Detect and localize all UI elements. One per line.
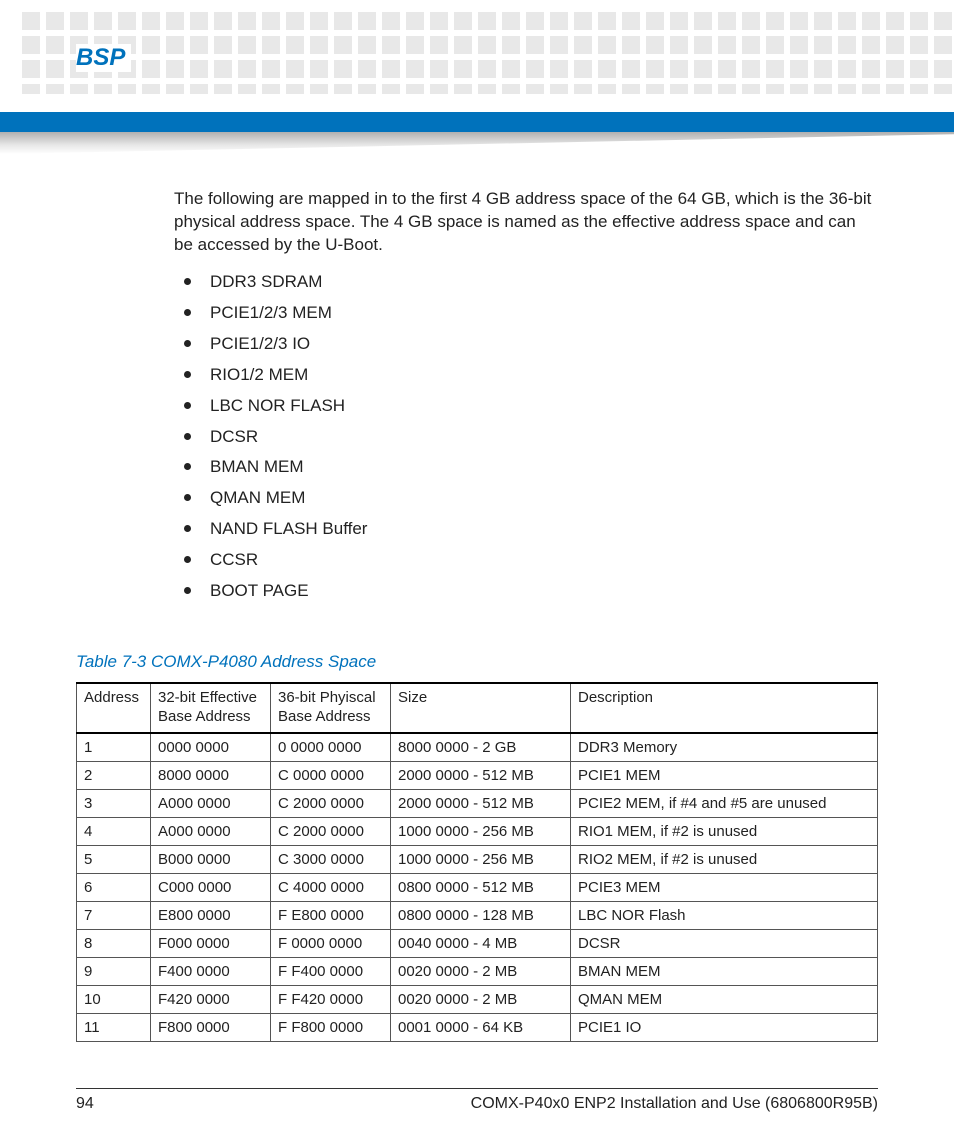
table-cell: 0040 0000 - 4 MB [391,929,571,957]
list-item: PCIE1/2/3 MEM [174,302,874,325]
list-item: RIO1/2 MEM [174,364,874,387]
list-item: DCSR [174,426,874,449]
table-cell: 9 [77,957,151,985]
table-cell: DCSR [571,929,878,957]
table-cell: PCIE1 MEM [571,761,878,789]
table-cell: A000 0000 [151,789,271,817]
table-cell: 0020 0000 - 2 MB [391,985,571,1013]
table-cell: PCIE1 IO [571,1013,878,1041]
list-item: CCSR [174,549,874,572]
table-cell: 3 [77,789,151,817]
table-cell: 7 [77,901,151,929]
table-cell: 4 [77,817,151,845]
th-address: Address [77,683,151,733]
table-cell: F400 0000 [151,957,271,985]
table-cell: 0800 0000 - 512 MB [391,873,571,901]
table-cell: 2000 0000 - 512 MB [391,761,571,789]
table-cell: PCIE2 MEM, if #4 and #5 are unused [571,789,878,817]
table-cell: 0800 0000 - 128 MB [391,901,571,929]
table-cell: C 0000 0000 [271,761,391,789]
table-cell: 1000 0000 - 256 MB [391,817,571,845]
table-cell: 0 0000 0000 [271,733,391,762]
intro-paragraph: The following are mapped in to the first… [174,188,874,257]
table-cell: 6 [77,873,151,901]
table-cell: DDR3 Memory [571,733,878,762]
list-item: QMAN MEM [174,487,874,510]
table-cell: C 4000 0000 [271,873,391,901]
table-cell: LBC NOR Flash [571,901,878,929]
page: BSP The following are mapped in to the f… [0,0,954,1145]
list-item: PCIE1/2/3 IO [174,333,874,356]
table-row: 10000 00000 0000 00008000 0000 - 2 GBDDR… [77,733,878,762]
th-size: Size [391,683,571,733]
table-row: 7E800 0000F E800 00000800 0000 - 128 MBL… [77,901,878,929]
table-cell: F000 0000 [151,929,271,957]
table-cell: 8 [77,929,151,957]
table-cell: 8000 0000 - 2 GB [391,733,571,762]
table-row: 6C000 0000C 4000 00000800 0000 - 512 MBP… [77,873,878,901]
list-item: NAND FLASH Buffer [174,518,874,541]
table-cell: C 3000 0000 [271,845,391,873]
table-cell: F800 0000 [151,1013,271,1041]
th-32bit: 32-bit Effective Base Address [151,683,271,733]
table-cell: PCIE3 MEM [571,873,878,901]
table-cell: C000 0000 [151,873,271,901]
address-space-table: Address 32-bit Effective Base Address 36… [76,682,878,1042]
bullet-list: DDR3 SDRAM PCIE1/2/3 MEM PCIE1/2/3 IO RIO1/… [174,271,874,603]
table-cell: F E800 0000 [271,901,391,929]
body-content: The following are mapped in to the first… [174,188,874,611]
table-row: 28000 0000C 0000 00002000 0000 - 512 MBP… [77,761,878,789]
table-cell: QMAN MEM [571,985,878,1013]
table-cell: 1 [77,733,151,762]
table-cell: F F420 0000 [271,985,391,1013]
table-cell: 2000 0000 - 512 MB [391,789,571,817]
list-item: LBC NOR FLASH [174,395,874,418]
table-row: 10F420 0000F F420 00000020 0000 - 2 MBQM… [77,985,878,1013]
list-item: BOOT PAGE [174,580,874,603]
table-cell: C 2000 0000 [271,789,391,817]
table-cell: 5 [77,845,151,873]
table-row: 3A000 0000C 2000 00002000 0000 - 512 MBP… [77,789,878,817]
table-area: Table 7-3 COMX-P4080 Address Space Addre… [76,652,878,1042]
header-gray-wedge [0,132,954,154]
table-row: 8F000 0000F 0000 00000040 0000 - 4 MBDCS… [77,929,878,957]
page-footer: 94 COMX-P40x0 ENP2 Installation and Use … [76,1088,878,1113]
table-cell: F F400 0000 [271,957,391,985]
table-cell: A000 0000 [151,817,271,845]
header-blue-bar [0,112,954,132]
table-cell: F420 0000 [151,985,271,1013]
table-cell: RIO2 MEM, if #2 is unused [571,845,878,873]
section-title: BSP [76,44,131,72]
table-header-row: Address 32-bit Effective Base Address 36… [77,683,878,733]
th-36bit: 36-bit Phyiscal Base Address [271,683,391,733]
table-row: 5B000 0000C 3000 00001000 0000 - 256 MBR… [77,845,878,873]
table-cell: 0000 0000 [151,733,271,762]
header-squares-bg [0,12,954,94]
doc-title: COMX-P40x0 ENP2 Installation and Use (68… [471,1095,878,1113]
table-cell: 1000 0000 - 256 MB [391,845,571,873]
list-item: DDR3 SDRAM [174,271,874,294]
table-cell: E800 0000 [151,901,271,929]
table-cell: 0020 0000 - 2 MB [391,957,571,985]
table-row: 4A000 0000C 2000 00001000 0000 - 256 MBR… [77,817,878,845]
page-number: 94 [76,1095,94,1113]
table-cell: 10 [77,985,151,1013]
table-row: 11F800 0000F F800 00000001 0000 - 64 KBP… [77,1013,878,1041]
table-cell: C 2000 0000 [271,817,391,845]
table-cell: RIO1 MEM, if #2 is unused [571,817,878,845]
th-description: Description [571,683,878,733]
table-cell: F 0000 0000 [271,929,391,957]
table-caption: Table 7-3 COMX-P4080 Address Space [76,652,878,672]
table-cell: 11 [77,1013,151,1041]
table-cell: 8000 0000 [151,761,271,789]
list-item: BMAN MEM [174,456,874,479]
table-cell: F F800 0000 [271,1013,391,1041]
table-cell: B000 0000 [151,845,271,873]
table-cell: 0001 0000 - 64 KB [391,1013,571,1041]
table-row: 9F400 0000F F400 00000020 0000 - 2 MBBMA… [77,957,878,985]
table-cell: BMAN MEM [571,957,878,985]
table-cell: 2 [77,761,151,789]
